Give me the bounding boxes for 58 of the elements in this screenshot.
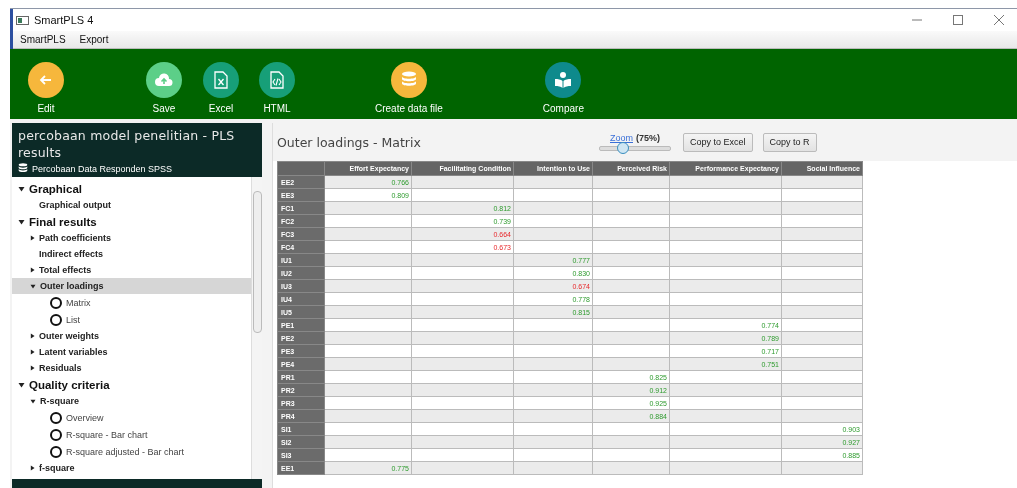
tree-option[interactable]: R-square adjusted - Bar chart [12, 443, 251, 460]
close-icon[interactable] [994, 15, 1004, 25]
zoom-link[interactable]: Zoom [610, 133, 633, 143]
caret-down-icon [30, 283, 36, 289]
corner-header [277, 161, 325, 176]
radio-icon [50, 445, 62, 458]
menu-item[interactable]: Export [79, 34, 109, 45]
caret-down-icon [18, 381, 25, 388]
reader-book-icon [554, 71, 573, 89]
caret-right-icon [30, 349, 35, 355]
slider-thumb[interactable] [617, 142, 630, 154]
caret-right-icon [30, 333, 35, 339]
dataset-name: Percobaan Data Responden SPSS [32, 163, 173, 174]
tree-option[interactable]: List [12, 311, 251, 328]
database-icon [18, 163, 28, 174]
tree-group[interactable]: Graphical [12, 180, 251, 197]
tree-option[interactable]: R-square - Bar chart [12, 426, 251, 443]
panel-title: Outer loadings - Matrix [277, 134, 422, 150]
window-title: SmartPLS 4 [34, 14, 95, 26]
caret-right-icon [30, 267, 35, 273]
database-icon [400, 71, 417, 89]
caret-down-icon [18, 218, 25, 225]
copy-button[interactable]: Copy to Excel [683, 132, 753, 152]
tree-item[interactable]: Outer weights [12, 328, 251, 344]
caret-down-icon [30, 398, 36, 404]
tree-item[interactable]: R-square [12, 393, 251, 409]
app-icon [16, 15, 29, 25]
caret-right-icon [30, 465, 35, 471]
radio-icon [50, 313, 62, 326]
arrow-left-icon [39, 73, 53, 87]
tree-option[interactable]: Matrix [12, 294, 251, 311]
maximize-icon[interactable] [953, 15, 963, 25]
tree-group[interactable]: Quality criteria [12, 376, 251, 393]
cloud-upload-icon [154, 73, 174, 87]
tree-item[interactable]: f-square [12, 460, 251, 476]
tree-item[interactable]: Outer loadings [12, 278, 251, 294]
caret-right-icon [30, 235, 35, 241]
menu-item[interactable]: SmartPLS [20, 34, 66, 45]
copy-button[interactable]: Copy to R [762, 132, 817, 152]
excel-file-icon [214, 71, 228, 89]
tree-item[interactable]: Latent variables [12, 344, 251, 360]
tree-item[interactable]: Total effects [12, 262, 251, 278]
caret-down-icon [18, 185, 25, 192]
tree-item[interactable]: Path coefficients [12, 230, 251, 246]
tree-item[interactable]: Indirect effects [12, 246, 251, 262]
toolbar-button[interactable]: Create data file [375, 62, 443, 114]
radio-icon [50, 411, 62, 424]
results-title: percobaan model penelitian - PLS results [18, 127, 236, 161]
radio-icon [50, 296, 62, 309]
radio-icon [50, 428, 62, 441]
code-file-icon [270, 71, 284, 89]
scrollbar[interactable] [251, 177, 262, 479]
tree-item[interactable]: Graphical output [12, 197, 251, 213]
tree-item[interactable]: Residuals [12, 360, 251, 376]
tree-group[interactable]: Final results [12, 213, 251, 230]
caret-right-icon [30, 365, 35, 371]
zoom-value: (75%) [636, 133, 660, 143]
tree-option[interactable]: Overview [12, 409, 251, 426]
